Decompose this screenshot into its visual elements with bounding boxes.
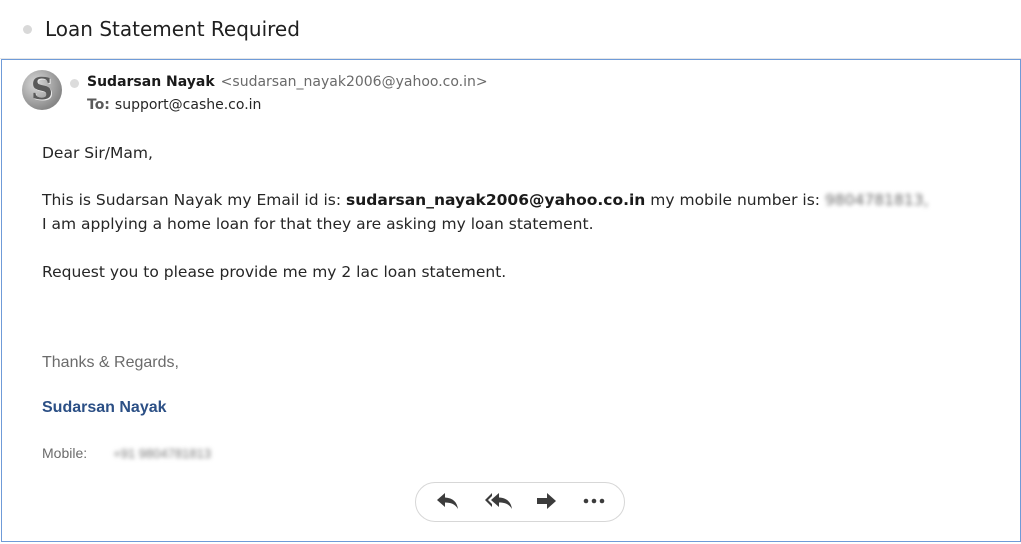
forward-icon [537, 493, 556, 509]
sender-line: Sudarsan Nayak <sudarsan_nayak2006@yahoo.… [87, 74, 488, 90]
mobile-label: Mobile: [42, 445, 88, 461]
reply-all-icon [485, 493, 512, 509]
reply-all-button[interactable] [481, 487, 517, 517]
to-label: To: [87, 97, 110, 113]
subject-header: Loan Statement Required [0, 0, 1021, 59]
body-email: sudarsan_nayak2006@yahoo.co.in [346, 191, 646, 209]
more-button[interactable] [578, 487, 610, 517]
body-line-1-suffix: my mobile number is: [645, 191, 820, 209]
sender-email[interactable]: <sudarsan_nayak2006@yahoo.co.in> [221, 74, 488, 90]
more-icon [583, 498, 605, 504]
signature-name: Sudarsan Nayak [42, 399, 167, 416]
email-subject: Loan Statement Required [45, 17, 300, 41]
reply-icon [437, 493, 458, 509]
body-line-1: This is Sudarsan Nayak my Email id is: s… [42, 191, 929, 209]
body-line-3: Request you to please provide me my 2 la… [42, 263, 507, 281]
signature-closing: Thanks & Regards, [42, 354, 179, 371]
redacted-signature-mobile: +91 9804781813 [113, 446, 212, 461]
greeting: Dear Sir/Mam, [42, 144, 153, 162]
signature-mobile-line: Mobile: +91 9804781813 [42, 445, 211, 463]
forward-button[interactable] [531, 487, 563, 517]
avatar[interactable]: S [22, 70, 62, 110]
sender-name[interactable]: Sudarsan Nayak [87, 74, 215, 90]
presence-dot-icon [70, 79, 79, 88]
message-actions-bar [415, 482, 625, 522]
unread-dot-icon [23, 25, 32, 34]
avatar-letter: S [31, 72, 53, 107]
recipient-address[interactable]: support@cashe.co.in [115, 97, 262, 113]
recipient-line: To: support@cashe.co.in [87, 97, 261, 113]
message-card: S Sudarsan Nayak <sudarsan_nayak2006@yaho… [1, 59, 1021, 542]
reply-button[interactable] [432, 487, 464, 517]
body-line-2: I am applying a home loan for that they … [42, 215, 594, 233]
redacted-mobile: 9804781813, [825, 191, 929, 209]
body-line-1-prefix: This is Sudarsan Nayak my Email id is: [42, 191, 347, 209]
